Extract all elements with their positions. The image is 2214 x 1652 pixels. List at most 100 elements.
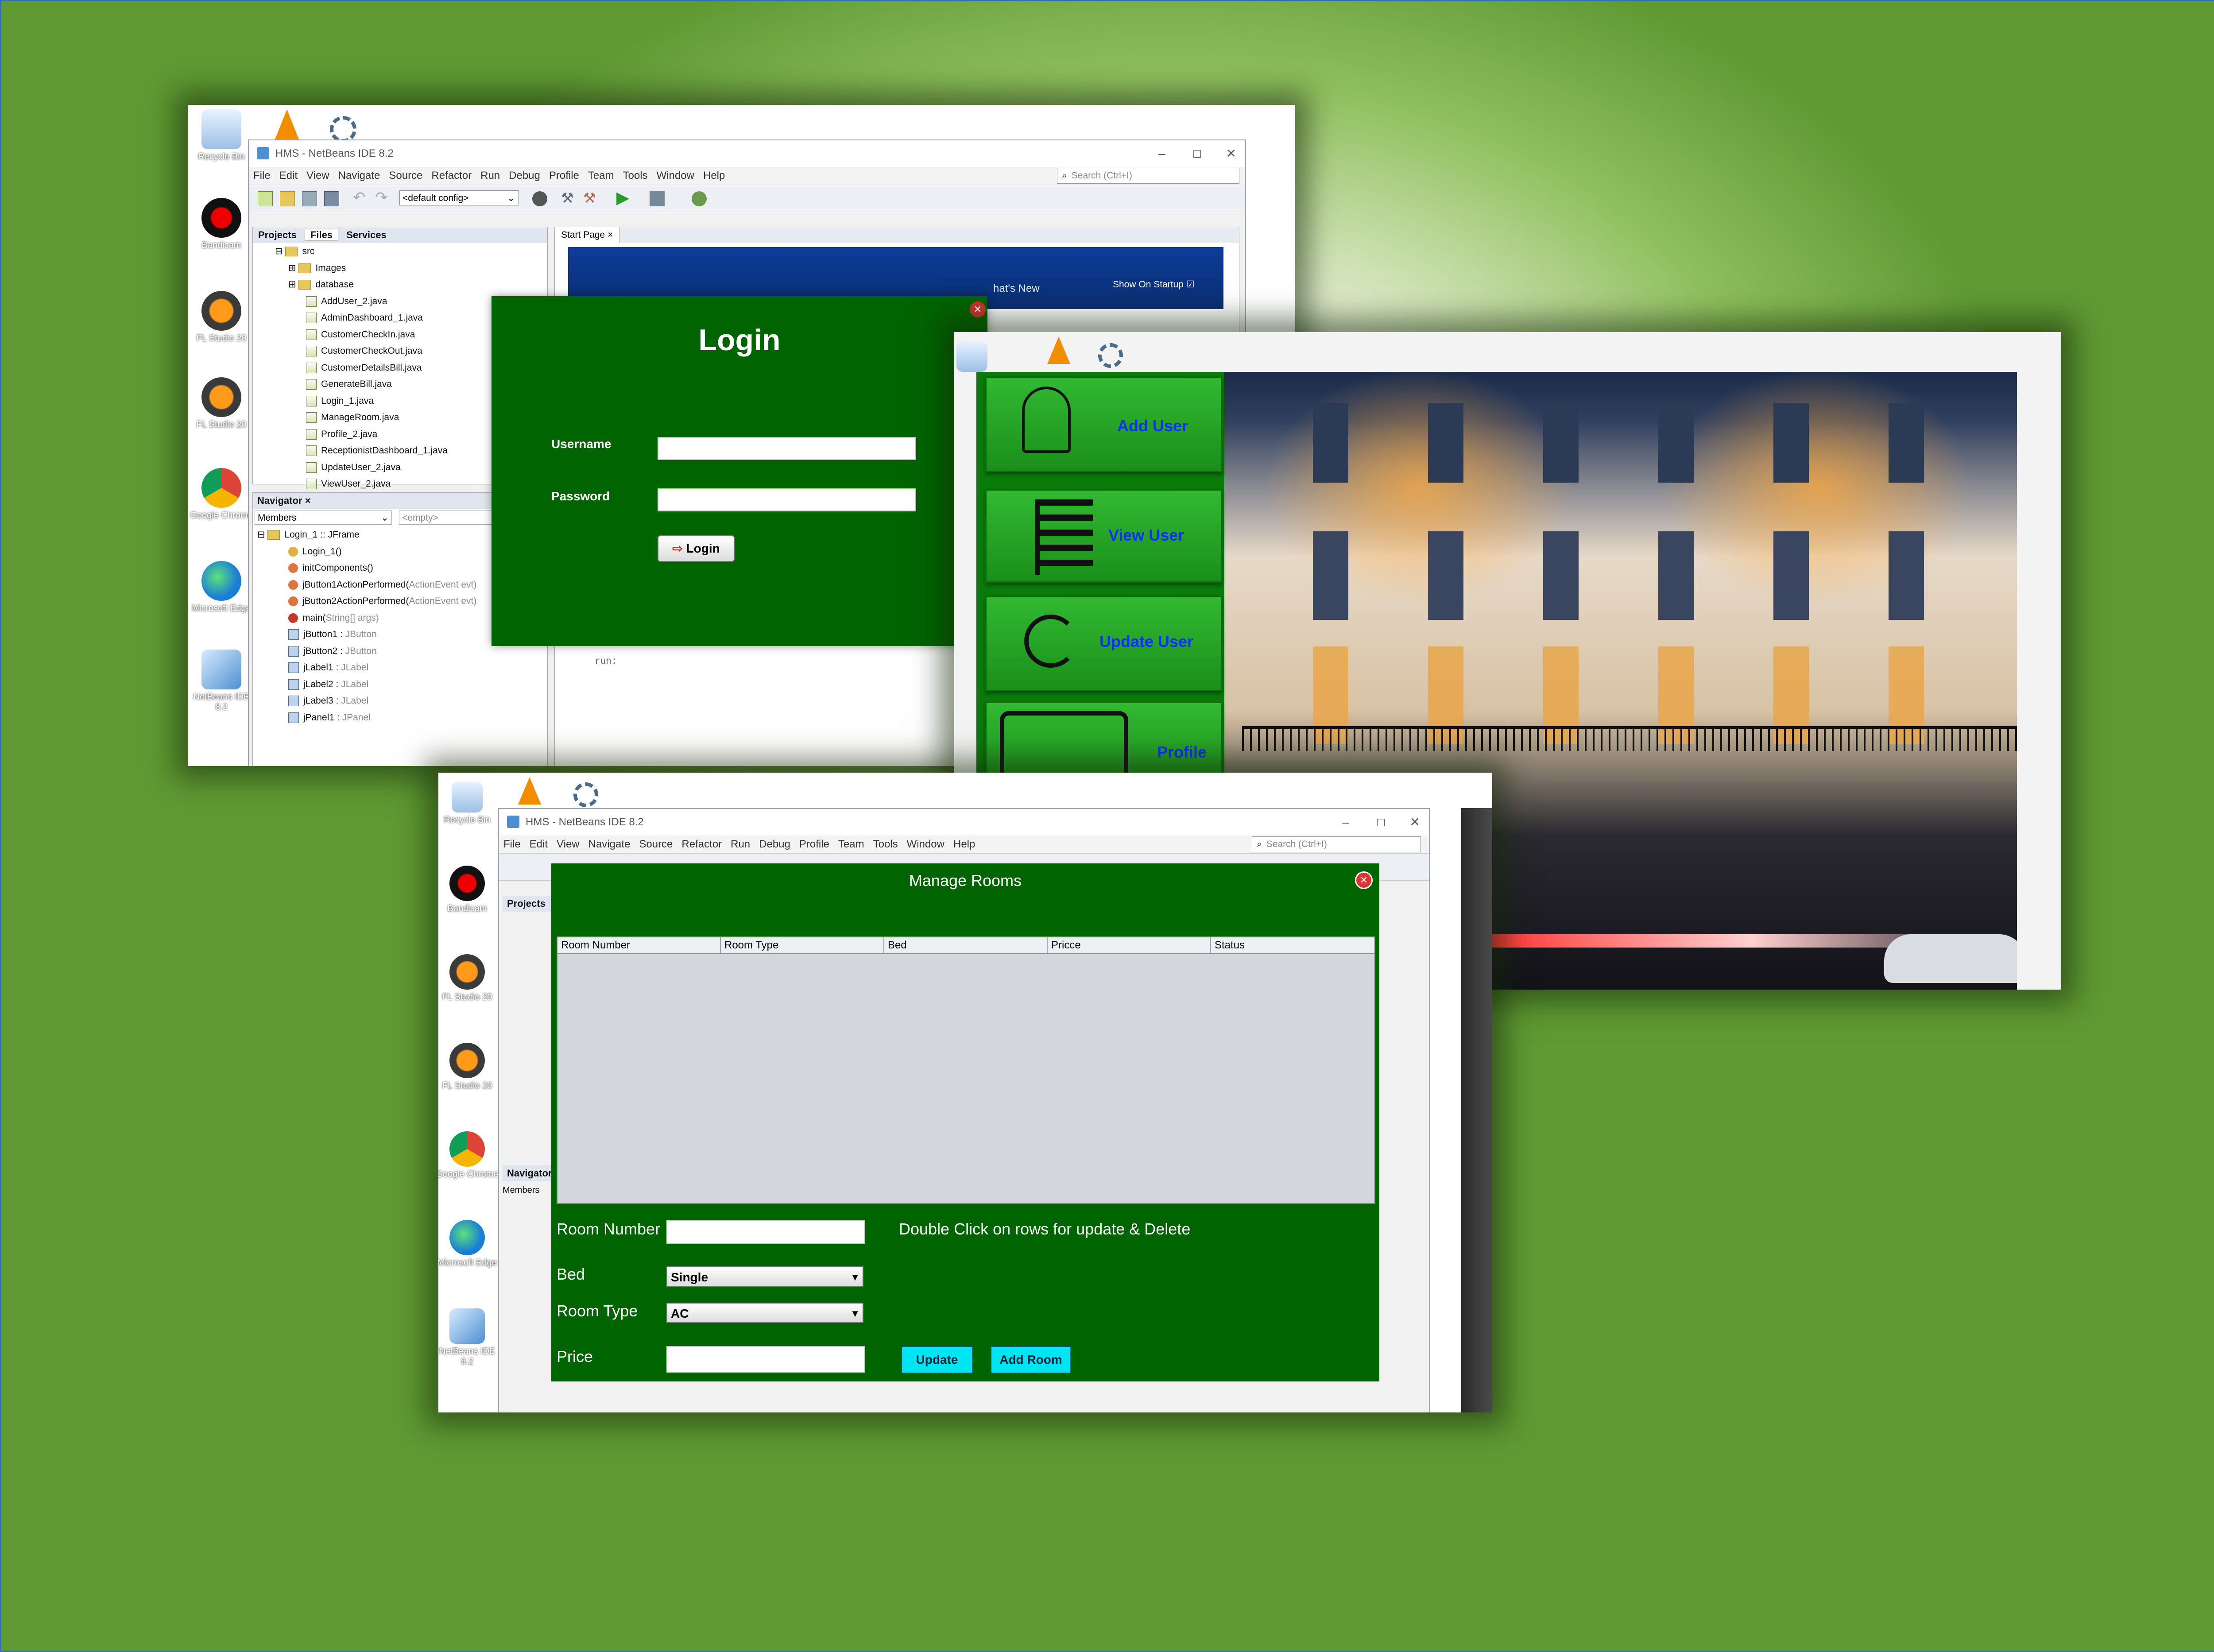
update-user-tile[interactable]: Update User	[985, 596, 1223, 691]
desktop-icon-bandicam[interactable]: Bandicam	[438, 866, 500, 914]
minimize-button[interactable]: –	[1342, 809, 1349, 836]
navigator-member[interactable]: jLabel2 : JLabel	[257, 676, 547, 693]
view-user-tile[interactable]: View User	[985, 489, 1223, 583]
menu-window[interactable]: Window	[907, 838, 944, 850]
price-field[interactable]	[666, 1346, 865, 1373]
menu-view[interactable]: View	[557, 838, 580, 850]
menu-refactor[interactable]: Refactor	[431, 170, 472, 182]
tab-projects[interactable]: Projects	[253, 229, 302, 240]
menu-profile[interactable]: Profile	[549, 170, 579, 182]
menu-view[interactable]: View	[306, 170, 329, 182]
login-button[interactable]: ⇨ Login	[658, 535, 735, 562]
profile-icon[interactable]	[692, 191, 707, 206]
menu-navigate[interactable]: Navigate	[588, 838, 631, 850]
close-icon[interactable]: ✕	[970, 302, 986, 317]
room-type-select[interactable]: AC ▼	[666, 1303, 863, 1323]
vlc-icon[interactable]	[275, 109, 299, 140]
target-icon[interactable]	[532, 191, 547, 206]
menu-help[interactable]: Help	[953, 838, 975, 850]
menu-file[interactable]: File	[253, 170, 271, 182]
menu-source[interactable]: Source	[389, 170, 422, 182]
run-icon[interactable]: ▶	[616, 188, 629, 208]
search-box[interactable]: ⌕ Search (Ctrl+I)	[1057, 168, 1239, 184]
undo-icon[interactable]: ↶	[353, 189, 366, 206]
menu-tools[interactable]: Tools	[873, 838, 898, 850]
menu-navigate[interactable]: Navigate	[338, 170, 380, 182]
room-number-field[interactable]	[666, 1220, 865, 1244]
members-select[interactable]: Members ⌄	[255, 511, 392, 525]
menu-window[interactable]: Window	[657, 170, 694, 182]
members-select[interactable]: Members	[503, 1185, 539, 1195]
add-room-button[interactable]: Add Room	[991, 1346, 1071, 1373]
desktop-icon-recycle-bin[interactable]	[954, 341, 999, 375]
desktop-icon-netbeans[interactable]: NetBeans IDE 8.2	[188, 650, 255, 712]
tree-folder[interactable]: ⊞ Images	[275, 260, 547, 277]
gear-icon[interactable]	[573, 782, 598, 807]
navigator-member[interactable]: jLabel3 : JLabel	[257, 693, 547, 709]
menu-debug[interactable]: Debug	[759, 838, 790, 850]
config-select[interactable]: <default config> ⌄	[399, 190, 519, 205]
close-button[interactable]: ✕	[1226, 140, 1236, 167]
new-file-icon[interactable]	[258, 191, 273, 206]
menu-file[interactable]: File	[503, 838, 521, 850]
gear-icon[interactable]	[330, 116, 356, 143]
close-button[interactable]: ✕	[1410, 809, 1420, 836]
desktop-icon-chrome[interactable]: Google Chrome	[188, 468, 255, 521]
gear-icon[interactable]	[1098, 343, 1123, 368]
menu-debug[interactable]: Debug	[509, 170, 540, 182]
open-project-icon[interactable]	[302, 191, 317, 206]
username-field[interactable]	[658, 437, 916, 460]
menu-team[interactable]: Team	[838, 838, 864, 850]
vlc-icon[interactable]	[1047, 337, 1070, 364]
save-all-icon[interactable]	[324, 191, 339, 206]
desktop-icon-recycle-bin[interactable]: Recycle Bin	[438, 782, 500, 825]
desktop-icon-recycle-bin[interactable]: Recycle Bin	[188, 109, 255, 162]
desktop-icon-fl-studio[interactable]: FL Studio 20	[438, 954, 500, 1002]
menu-source[interactable]: Source	[639, 838, 673, 850]
desktop-icon-fl-studio[interactable]: FL Studio 20	[188, 377, 255, 430]
column-header-bed[interactable]: Bed	[884, 937, 1048, 953]
column-header-price[interactable]: Pricce	[1048, 937, 1211, 953]
desktop-icon-fl-studio[interactable]: FL Studio 20	[438, 1043, 500, 1091]
desktop-icon-chrome[interactable]: Google Chrome	[438, 1131, 500, 1180]
desktop-icon-edge[interactable]: Microsoft Edge	[188, 561, 255, 614]
clean-build-icon[interactable]: ⚒	[583, 190, 596, 206]
column-header-status[interactable]: Status	[1211, 937, 1374, 953]
column-header-room-type[interactable]: Room Type	[721, 937, 884, 953]
menu-edit[interactable]: Edit	[530, 838, 548, 850]
minimize-button[interactable]: –	[1158, 140, 1165, 167]
menu-run[interactable]: Run	[480, 170, 500, 182]
desktop-icon-edge[interactable]: Microsoft Edge	[438, 1220, 500, 1268]
debug-icon[interactable]	[650, 191, 665, 206]
maximize-button[interactable]: □	[1377, 809, 1385, 836]
close-icon[interactable]: ✕	[1355, 871, 1373, 889]
menu-run[interactable]: Run	[731, 838, 750, 850]
navigator-member[interactable]: jLabel1 : JLabel	[257, 659, 547, 676]
new-project-icon[interactable]	[280, 191, 295, 206]
password-field[interactable]	[658, 488, 916, 511]
search-box[interactable]: ⌕ Search (Ctrl+I)	[1252, 836, 1421, 852]
desktop-icon-bandicam[interactable]: Bandicam	[188, 198, 255, 251]
menu-tools[interactable]: Tools	[623, 170, 648, 182]
desktop-icon-netbeans[interactable]: NetBeans IDE 8.2	[438, 1308, 500, 1367]
column-header-room-number[interactable]: Room Number	[557, 937, 721, 953]
tree-folder[interactable]: ⊞ database	[275, 276, 547, 293]
build-icon[interactable]: ⚒	[561, 190, 574, 206]
show-on-startup[interactable]: Show On Startup ☑	[1113, 279, 1195, 290]
tab-files[interactable]: Files	[304, 229, 339, 241]
vlc-icon[interactable]	[518, 777, 541, 805]
start-page-whats-new[interactable]: hat's New	[993, 282, 1040, 295]
redo-icon[interactable]: ↷	[375, 189, 388, 206]
rooms-table[interactable]: Room Number Room Type Bed Pricce Status	[557, 936, 1375, 1204]
bed-select[interactable]: Single ▼	[666, 1266, 863, 1287]
menu-edit[interactable]: Edit	[279, 170, 298, 182]
navigator-member[interactable]: jPanel1 : JPanel	[257, 709, 547, 726]
menu-profile[interactable]: Profile	[799, 838, 829, 850]
tab-start-page[interactable]: Start Page ×	[555, 227, 620, 243]
menu-team[interactable]: Team	[588, 170, 614, 182]
tree-root[interactable]: ⊟ src	[275, 243, 547, 260]
update-button[interactable]: Update	[901, 1346, 973, 1373]
tab-services[interactable]: Services	[341, 229, 392, 240]
menu-refactor[interactable]: Refactor	[681, 838, 722, 850]
menu-help[interactable]: Help	[703, 170, 725, 182]
